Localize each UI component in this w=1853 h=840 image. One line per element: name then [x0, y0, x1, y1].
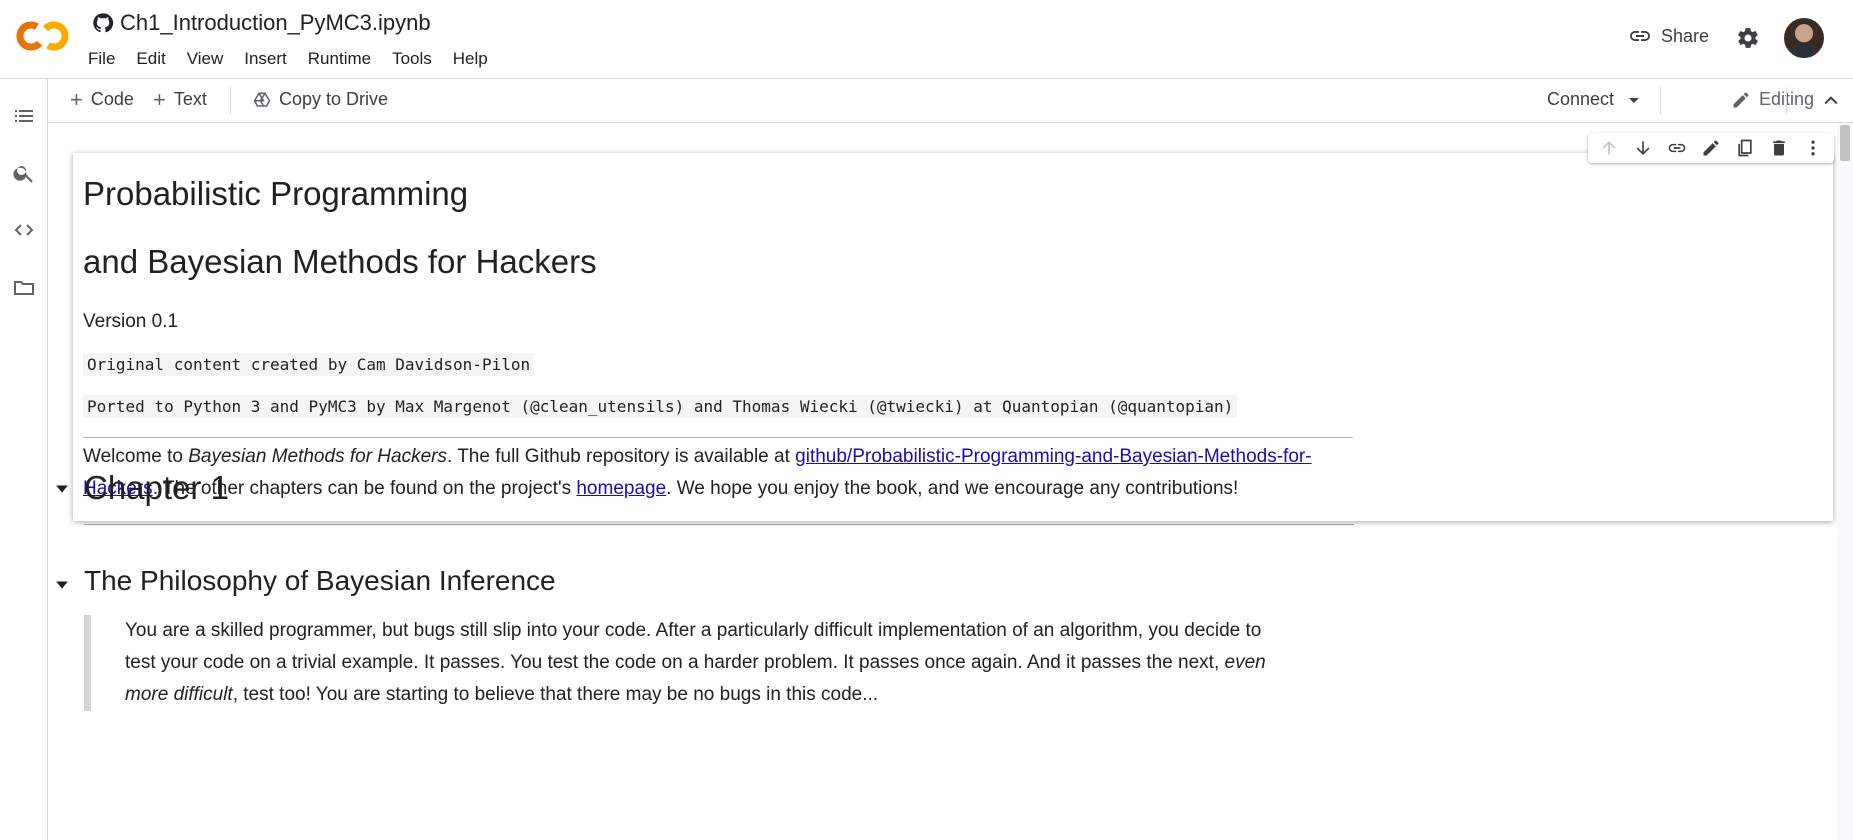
homepage-link[interactable]: homepage	[576, 478, 666, 499]
welcome-prefix: Welcome to	[83, 446, 189, 467]
quote-part1: You are a skilled programmer, but bugs s…	[125, 620, 1262, 673]
add-text-label: Text	[173, 89, 207, 109]
mirror-cell-icon[interactable]	[1735, 138, 1755, 158]
edit-pencil-icon[interactable]	[1701, 138, 1721, 158]
pencil-icon	[1733, 92, 1749, 107]
colab-app: Ch1_Introduction_PyMC3.ipynb File Edit V…	[0, 0, 1853, 840]
code-icon[interactable]	[12, 218, 36, 242]
toc-icon[interactable]	[12, 104, 36, 128]
title-row: Ch1_Introduction_PyMC3.ipynb	[92, 10, 431, 36]
toolbar-divider	[230, 87, 231, 115]
welcome-suffix: . We hope you enjoy the book, and we enc…	[666, 478, 1239, 499]
section-collapse-icon[interactable]	[55, 482, 69, 496]
link-icon[interactable]	[1667, 138, 1687, 158]
version-text: Version 0.1	[83, 311, 179, 332]
link-icon	[1630, 31, 1650, 41]
vertical-scrollbar[interactable]	[1837, 123, 1853, 840]
plus-icon: +	[153, 86, 166, 112]
toolbar-divider	[1786, 87, 1787, 115]
chapter-heading: Chapter 1	[84, 469, 229, 506]
notebook-title[interactable]: Ch1_Introduction_PyMC3.ipynb	[120, 10, 431, 36]
menu-help[interactable]: Help	[453, 47, 488, 71]
welcome-book-title: Bayesian Methods for Hackers	[188, 446, 447, 467]
add-code-label: Code	[90, 89, 134, 109]
colab-logo[interactable]	[16, 18, 70, 54]
add-code-button[interactable]: + Code	[70, 86, 134, 112]
section-collapse-icon[interactable]	[55, 578, 69, 592]
gear-icon[interactable]	[1736, 26, 1760, 50]
menu-file[interactable]: File	[88, 47, 115, 71]
chevron-down-icon[interactable]	[1628, 94, 1640, 106]
menu-view[interactable]: View	[187, 47, 224, 71]
welcome-mid: . The full Github repository is availabl…	[446, 446, 796, 467]
horizontal-rule	[83, 437, 1353, 438]
menu-runtime[interactable]: Runtime	[308, 47, 371, 71]
notebook-area: Probabilistic Programming and Bayesian M…	[48, 123, 1837, 840]
quote-part2: , test too! You are starting to believe …	[232, 684, 879, 705]
chevron-up-icon[interactable]	[1821, 91, 1841, 111]
credit-original: Original content created by Cam Davidson…	[83, 353, 535, 376]
connect-button[interactable]: Connect	[1547, 89, 1640, 110]
github-icon	[93, 13, 114, 33]
move-down-icon[interactable]	[1633, 138, 1653, 158]
copy-to-drive-label: Copy to Drive	[279, 89, 389, 109]
scroll-thumb[interactable]	[1840, 125, 1850, 161]
user-avatar[interactable]	[1784, 18, 1824, 58]
top-header: Ch1_Introduction_PyMC3.ipynb File Edit V…	[0, 0, 1853, 79]
menu-insert[interactable]: Insert	[244, 47, 287, 71]
search-icon[interactable]	[12, 161, 36, 185]
add-text-button[interactable]: + Text	[153, 86, 207, 112]
title-line-2: and Bayesian Methods for Hackers	[83, 243, 597, 280]
notebook-toolbar: + Code + Text Copy to Drive Connect Edit…	[48, 79, 1853, 123]
intro-blockquote: You are a skilled programmer, but bugs s…	[84, 615, 1284, 711]
share-button[interactable]: Share	[1628, 24, 1709, 48]
drive-icon	[253, 92, 271, 107]
title-line-1: Probabilistic Programming	[83, 175, 469, 212]
menu-edit[interactable]: Edit	[136, 47, 165, 71]
credit-ported: Ported to Python 3 and PyMC3 by Max Marg…	[83, 395, 1238, 418]
chapter-divider	[84, 524, 1354, 525]
selected-text-cell[interactable]: Probabilistic Programming and Bayesian M…	[73, 153, 1833, 521]
copy-to-drive-button[interactable]: Copy to Drive	[253, 89, 388, 110]
menu-bar: File Edit View Insert Runtime Tools Help	[88, 47, 509, 71]
plus-icon: +	[70, 86, 83, 112]
welcome-paragraph: Welcome to Bayesian Methods for Hackers.…	[83, 441, 1363, 505]
toolbar-divider	[1660, 87, 1661, 115]
move-up-icon[interactable]	[1599, 138, 1619, 158]
share-label: Share	[1661, 25, 1710, 46]
cell-toolbar	[1588, 133, 1834, 163]
philosophy-heading: The Philosophy of Bayesian Inference	[84, 565, 556, 596]
left-rail	[0, 79, 48, 840]
connect-label: Connect	[1547, 89, 1615, 109]
folder-icon[interactable]	[12, 276, 36, 300]
delete-icon[interactable]	[1769, 138, 1789, 158]
more-vert-icon[interactable]	[1803, 138, 1823, 158]
editing-mode-button[interactable]: Editing	[1731, 89, 1814, 110]
menu-tools[interactable]: Tools	[392, 47, 432, 71]
